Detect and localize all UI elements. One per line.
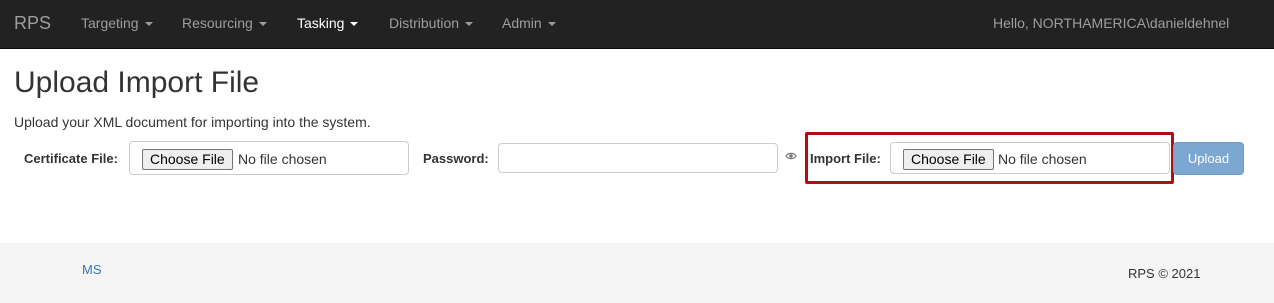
caret-down-icon — [258, 22, 267, 27]
nav-admin-label: Admin — [502, 15, 542, 31]
import-no-file-text: No file chosen — [998, 151, 1087, 167]
nav-tasking[interactable]: Tasking — [297, 15, 359, 31]
page-title: Upload Import File — [14, 66, 260, 99]
caret-down-icon — [144, 22, 153, 27]
caret-down-icon — [350, 22, 359, 27]
nav-resourcing[interactable]: Resourcing — [182, 15, 267, 31]
certificate-file-label: Certificate File: — [24, 151, 118, 166]
import-file-label: Import File: — [810, 151, 881, 166]
upload-button[interactable]: Upload — [1173, 142, 1244, 175]
caret-down-icon — [547, 22, 556, 27]
nav-targeting[interactable]: Targeting — [81, 15, 153, 31]
nav-admin[interactable]: Admin — [502, 15, 556, 31]
nav-distribution[interactable]: Distribution — [389, 15, 474, 31]
nav-targeting-label: Targeting — [81, 15, 139, 31]
import-file-input[interactable]: Choose File No file chosen — [890, 142, 1170, 174]
certificate-file-input[interactable]: Choose File No file chosen — [129, 141, 409, 175]
top-navbar: RPS Targeting Resourcing Tasking Distrib… — [0, 0, 1274, 49]
footer: MS RPS © 2021 — [0, 243, 1274, 303]
footer-ms-link[interactable]: MS — [82, 262, 102, 277]
import-choose-file-button[interactable]: Choose File — [903, 149, 994, 170]
user-greeting[interactable]: Hello, NORTHAMERICA\danieldehnel — [993, 15, 1229, 31]
caret-down-icon — [465, 22, 474, 27]
certificate-choose-file-button[interactable]: Choose File — [142, 149, 233, 170]
nav-resourcing-label: Resourcing — [182, 15, 253, 31]
password-input[interactable] — [498, 143, 778, 173]
certificate-no-file-text: No file chosen — [238, 151, 327, 167]
page-description: Upload your XML document for importing i… — [14, 114, 371, 130]
nav-tasking-label: Tasking — [297, 15, 345, 31]
password-label: Password: — [423, 151, 489, 166]
brand-logo[interactable]: RPS — [14, 13, 51, 34]
eye-icon[interactable] — [785, 150, 797, 162]
nav-distribution-label: Distribution — [389, 15, 460, 31]
footer-copyright: RPS © 2021 — [1128, 266, 1201, 281]
